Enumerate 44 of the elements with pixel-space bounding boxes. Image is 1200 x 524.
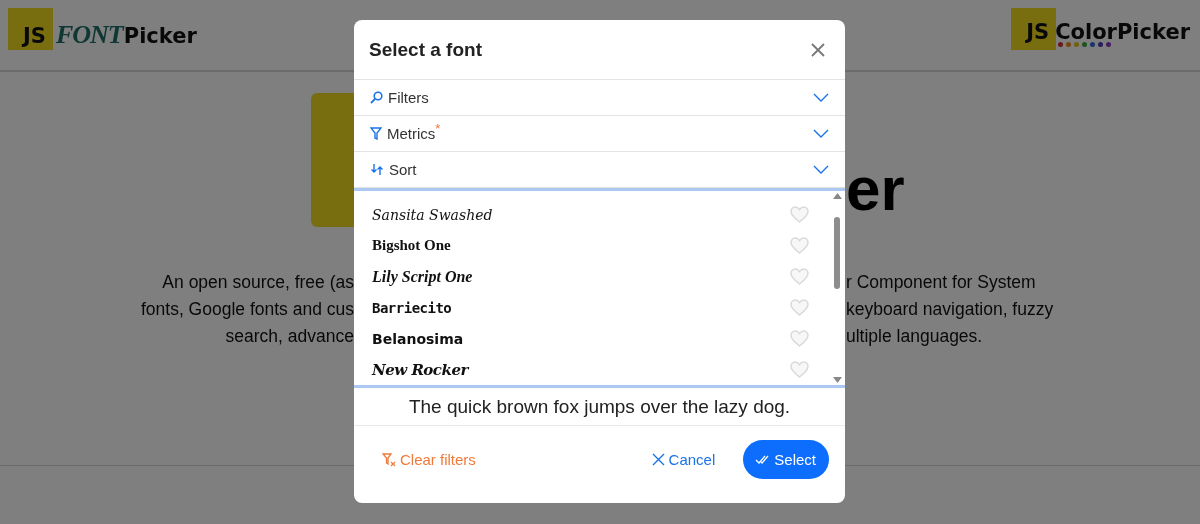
heart-icon[interactable] [790,206,809,223]
description-text: r Component for System [846,271,1036,294]
dialog-title: Select a font [369,38,482,61]
logo-text: JS [23,24,46,48]
scroll-down-icon[interactable] [832,377,842,383]
logo-text: Picker [1116,20,1190,44]
logo-text: Color [1055,20,1117,44]
heart-icon[interactable] [790,361,809,378]
sort-icon [370,163,384,176]
page-heading: er [846,158,906,220]
heart-icon[interactable] [790,330,809,347]
cancel-button[interactable]: Cancel [649,447,718,472]
font-option[interactable]: Bigshot One [372,237,451,254]
font-option[interactable]: New Rocker [372,360,468,379]
logo-text: JS [1026,20,1050,44]
font-option[interactable]: Sansita Swashed [372,206,493,223]
filter-icon [370,127,382,140]
close-icon [651,453,665,466]
chevron-down-icon [813,165,829,174]
scroll-up-icon[interactable] [832,193,842,199]
logo-text: FONT [55,20,123,50]
heart-icon[interactable] [790,237,809,254]
close-button[interactable] [809,40,827,59]
description-text: keyboard navigation, fuzzy [846,298,1054,321]
logo-text: Picker [123,24,197,48]
select-button[interactable]: Select [743,440,829,479]
logo-square [1011,8,1057,50]
description-text: search, advance [225,325,354,348]
heart-icon[interactable] [790,299,809,316]
clear-filter-icon [382,452,396,467]
font-option[interactable]: Lily Script One [372,267,473,286]
logo-square [8,8,53,50]
description-text: An open source, free (as [162,271,354,294]
font-option[interactable]: Belanosima [372,330,464,347]
description-text: ultiple languages. [846,325,983,348]
description-text: fonts, Google fonts and cus [140,298,354,321]
scrollbar-thumb[interactable] [834,217,840,289]
preview-text: The quick brown fox jumps over the lazy dog. [408,395,791,418]
font-option[interactable]: Barriecito [372,299,452,316]
heart-icon[interactable] [790,268,809,285]
search-icon [370,91,383,104]
chevron-down-icon [813,93,829,102]
chevron-down-icon [813,129,829,138]
double-check-icon [755,454,771,465]
